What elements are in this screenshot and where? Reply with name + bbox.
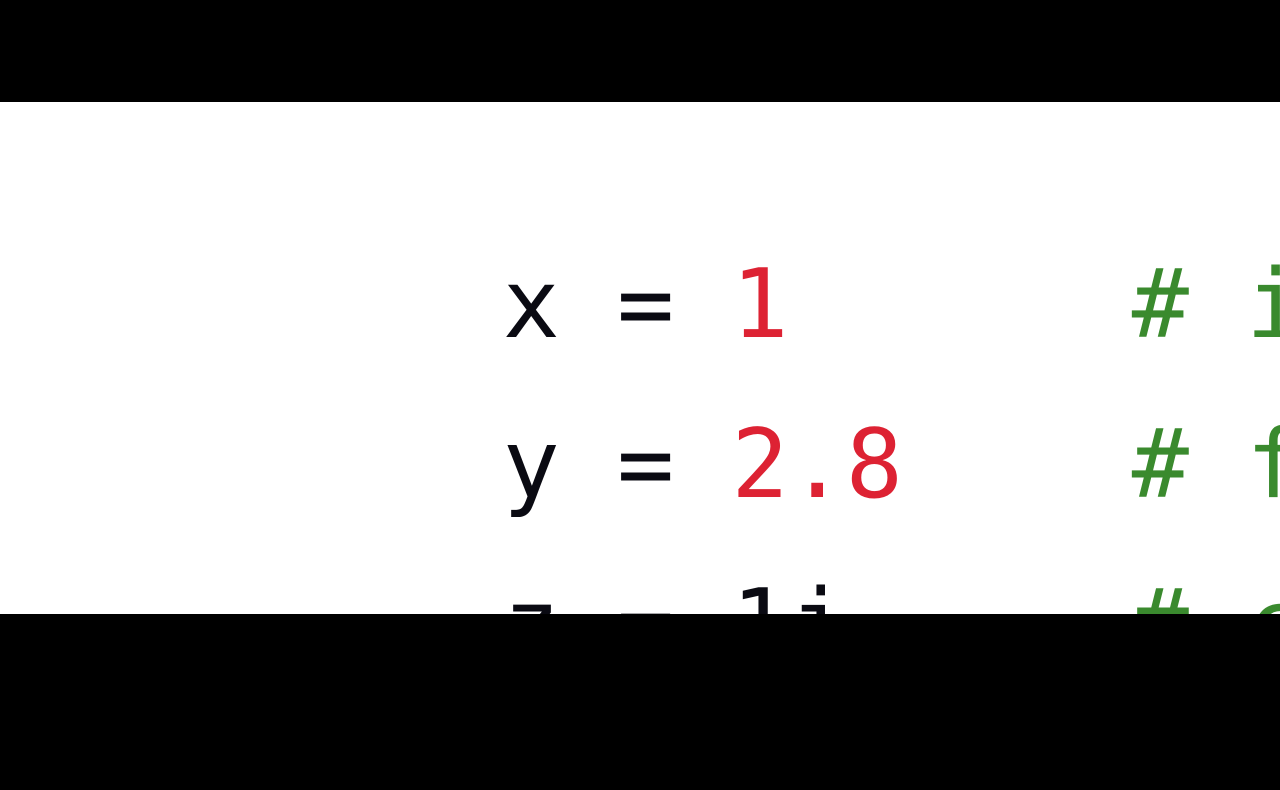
video-frame: x = 1 # int y = 2.8 # float z = 1j # com… — [0, 0, 1280, 720]
code-line: x = 1 # int — [45, 140, 1280, 360]
code-canvas: x = 1 # int y = 2.8 # float z = 1j # com… — [0, 102, 1280, 680]
code-line: y = 2.8 # float — [45, 300, 1280, 520]
letterbox-top-bar — [0, 0, 1280, 102]
letterbox-bottom-bar — [0, 614, 1280, 720]
code-block: x = 1 # int y = 2.8 # float z = 1j # com… — [45, 102, 1280, 680]
code-line: z = 1j # complex — [45, 460, 1280, 680]
